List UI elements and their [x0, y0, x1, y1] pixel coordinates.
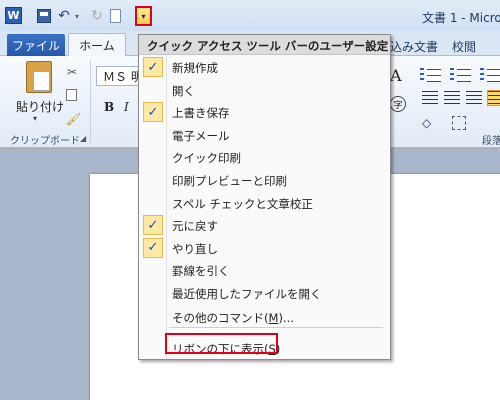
font-size-icon[interactable]: A — [390, 66, 402, 85]
undo-dropdown-icon[interactable]: ▾ — [70, 9, 84, 23]
menu-item-label: 電子メール — [172, 128, 230, 143]
menu-item[interactable]: 最近使用したファイルを開く — [141, 282, 388, 304]
undo-icon[interactable]: ↶ — [57, 8, 71, 24]
numbering-icon[interactable] — [450, 66, 472, 82]
align-right-icon[interactable] — [466, 91, 482, 105]
shading-icon[interactable]: ◇ — [422, 116, 431, 130]
justify-icon[interactable] — [487, 90, 500, 106]
cut-icon[interactable]: ✂ — [67, 65, 77, 79]
multilevel-list-icon[interactable] — [480, 66, 500, 82]
enclose-characters-icon[interactable]: 字 — [390, 96, 406, 112]
paste-dropdown-icon[interactable]: ▾ — [33, 114, 37, 123]
align-left-icon[interactable] — [422, 91, 438, 105]
menu-item[interactable]: ✓ 新規作成 — [141, 56, 388, 78]
customize-qat-menu: クイック アクセス ツール バーのユーザー設定 ✓ 新規作成開く ✓ 上書き保存電子メ… — [138, 34, 391, 360]
format-painter-icon[interactable]: 🖌 — [66, 112, 81, 126]
menu-item[interactable]: ✓ 元に戻す — [141, 214, 388, 236]
menu-item-label: クイック印刷 — [172, 151, 241, 166]
clipboard-group-label: クリップボード — [10, 136, 80, 147]
title-bar: W ↶ ▾ ↻ ▾ 文書 1 - Micro — [0, 0, 500, 31]
checkmark-icon: ✓ — [143, 237, 163, 258]
menu-item-label: 元に戻す — [172, 219, 218, 234]
more-commands-suffix: )... — [278, 311, 294, 325]
menu-item[interactable]: 電子メール — [141, 124, 388, 146]
bullets-icon[interactable] — [420, 66, 442, 82]
word-app-icon[interactable]: W — [5, 7, 22, 24]
menu-item[interactable]: 印刷プレビューと印刷 — [141, 169, 388, 191]
copy-icon[interactable] — [66, 89, 77, 101]
more-commands-accesskey: M — [268, 311, 279, 325]
menu-item[interactable]: 罫線を引く — [141, 259, 388, 281]
new-document-icon[interactable] — [110, 9, 121, 23]
menu-header: クイック アクセス ツール バーのユーザー設定 — [139, 35, 390, 55]
menu-item-label: やり直し — [172, 241, 218, 256]
paragraph-group-label: 段落 — [482, 136, 500, 147]
checkmark-icon: ✓ — [143, 102, 163, 123]
save-icon[interactable] — [37, 9, 51, 23]
italic-icon[interactable]: I — [124, 100, 129, 114]
paste-button-label[interactable]: 貼り付け — [16, 98, 64, 115]
menu-item-label: 上書き保存 — [172, 106, 230, 121]
tab-review[interactable]: 校閲 — [452, 38, 476, 55]
menu-item-label: 罫線を引く — [172, 264, 230, 279]
menu-item[interactable]: ✓ 上書き保存 — [141, 101, 388, 123]
menu-item-more-commands[interactable]: その他のコマンド(M)... — [141, 306, 388, 328]
menu-item-label: 印刷プレビューと印刷 — [172, 174, 287, 188]
customize-qat-button[interactable]: ▾ — [135, 6, 152, 26]
window-title: 文書 1 - Micro — [422, 11, 500, 25]
group-separator — [90, 60, 91, 144]
tab-file[interactable]: ファイル — [7, 34, 65, 56]
menu-item-label: 最近使用したファイルを開く — [172, 287, 322, 301]
menu-item[interactable]: ✓ やり直し — [141, 237, 388, 259]
menu-item-label: スペル チェックと文章校正 — [172, 196, 313, 211]
menu-item-label: 新規作成 — [172, 61, 218, 75]
borders-icon[interactable] — [452, 116, 466, 130]
bold-icon[interactable]: B — [104, 100, 114, 114]
redo-icon[interactable]: ↻ — [90, 8, 104, 24]
highlight-box — [165, 333, 278, 354]
paste-icon[interactable] — [26, 61, 52, 93]
align-center-icon[interactable] — [444, 91, 460, 105]
clipboard-launcher-icon[interactable]: ◢ — [80, 134, 86, 143]
menu-item-label: 開く — [172, 83, 195, 98]
tab-home[interactable]: ホーム — [68, 33, 126, 57]
menu-item[interactable]: 開く — [141, 79, 388, 101]
checkmark-icon: ✓ — [143, 215, 163, 236]
checkmark-icon: ✓ — [143, 57, 163, 77]
menu-item[interactable]: スペル チェックと文章校正 — [141, 192, 388, 214]
more-commands-label: その他のコマンド( — [172, 311, 269, 325]
menu-item[interactable]: クイック印刷 — [141, 146, 388, 168]
tab-mailings[interactable]: 込み文書 — [390, 38, 438, 55]
